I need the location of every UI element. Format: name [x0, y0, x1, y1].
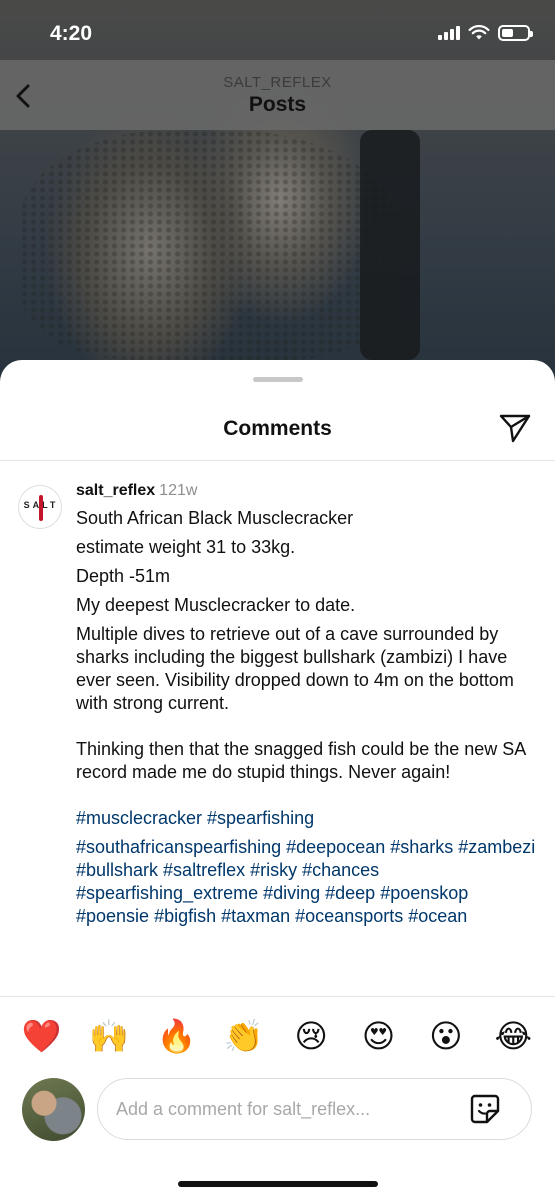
sheet-header-divider	[0, 460, 555, 461]
status-bar: 4:20	[0, 0, 555, 60]
avatar-logo-mark	[39, 495, 43, 521]
emoji-reaction-bar: ❤️ 🙌 🔥 👏 😢 😍 😮 😂	[0, 1010, 555, 1062]
comment-line: My deepest Musclecracker to date.	[76, 595, 356, 615]
laughing-emoji-button[interactable]: 😂	[490, 1018, 536, 1054]
heart-eyes-emoji-button[interactable]: 😍	[356, 1018, 402, 1054]
home-indicator[interactable]	[178, 1181, 378, 1187]
status-icons	[438, 25, 533, 41]
heart-emoji-button[interactable]: ❤️	[19, 1018, 65, 1054]
current-user-avatar	[22, 1078, 85, 1141]
comment-hashtags[interactable]: #southafricanspearfishing #deepocean #sh…	[76, 836, 536, 928]
header-title: Posts	[248, 93, 307, 116]
comment-line: South African Black Musclecracker	[76, 508, 354, 528]
comment-line: Depth -51m	[76, 566, 171, 586]
clapping-emoji-button[interactable]: 👏	[221, 1018, 267, 1054]
emoji-bar-divider	[0, 996, 555, 997]
comment-hashtags[interactable]: #musclecracker #spearfishing	[76, 807, 536, 830]
caption-comment: salt_reflex 121w South African Black Musc…	[76, 480, 536, 928]
posts-header: SALT_REFLEX Posts	[0, 60, 555, 130]
sticker-icon[interactable]	[469, 1093, 501, 1125]
comment-paragraph: Multiple dives to retrieve out of a cave…	[76, 624, 514, 713]
comment-header: salt_reflex 121w	[76, 480, 536, 502]
crying-emoji-button[interactable]: 😢	[288, 1018, 334, 1054]
header-username: SALT_REFLEX	[223, 74, 332, 91]
sheet-grabber[interactable]	[253, 377, 303, 382]
battery-icon	[498, 25, 533, 41]
surprised-emoji-button[interactable]: 😮	[423, 1018, 469, 1054]
comment-time-ago: 121w	[159, 482, 198, 499]
share-paper-plane-icon[interactable]	[498, 412, 532, 444]
comment-input[interactable]	[97, 1078, 532, 1140]
fire-emoji-button[interactable]: 🔥	[153, 1018, 199, 1054]
sheet-title: Comments	[223, 417, 332, 440]
status-time: 4:20	[50, 22, 93, 45]
wifi-icon	[468, 25, 490, 40]
comment-line: estimate weight 31 to 33kg.	[76, 537, 296, 557]
commenter-avatar[interactable]: SALT	[18, 485, 62, 529]
signal-icon	[438, 26, 460, 40]
comment-paragraph: Thinking then that the snagged fish coul…	[76, 739, 526, 782]
raised-hands-emoji-button[interactable]: 🙌	[86, 1018, 132, 1054]
comment-username[interactable]: salt_reflex	[76, 482, 155, 499]
